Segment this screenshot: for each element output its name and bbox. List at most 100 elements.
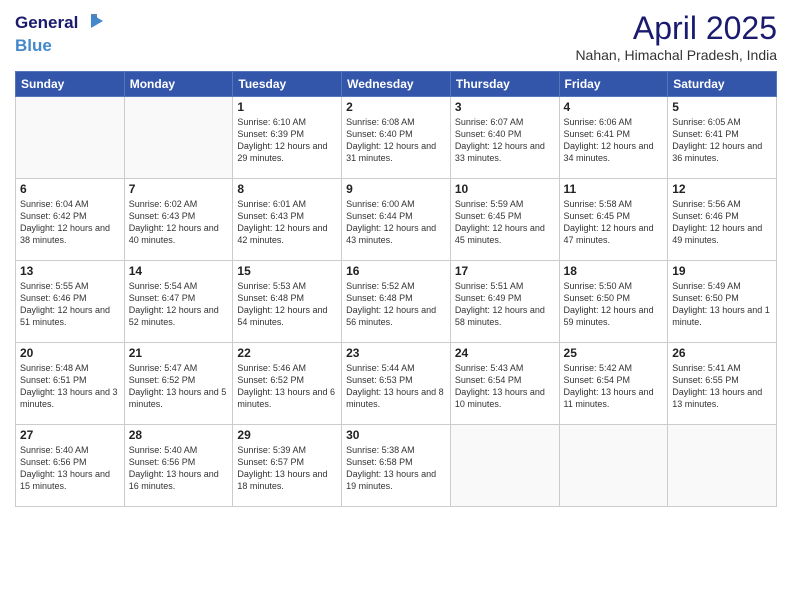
calendar-cell: 1 Sunrise: 6:10 AM Sunset: 6:39 PM Daylig… [233, 97, 342, 179]
day-number: 16 [346, 264, 446, 278]
calendar-cell: 28 Sunrise: 5:40 AM Sunset: 6:56 PM Dayli… [124, 425, 233, 507]
day-info: Sunrise: 6:05 AM Sunset: 6:41 PM Dayligh… [672, 116, 772, 165]
week-row-1: 1 Sunrise: 6:10 AM Sunset: 6:39 PM Daylig… [16, 97, 777, 179]
day-number: 7 [129, 182, 229, 196]
calendar-cell: 23 Sunrise: 5:44 AM Sunset: 6:53 PM Dayli… [342, 343, 451, 425]
day-info: Sunrise: 5:50 AM Sunset: 6:50 PM Dayligh… [564, 280, 664, 329]
day-number: 19 [672, 264, 772, 278]
day-number: 13 [20, 264, 120, 278]
day-number: 2 [346, 100, 446, 114]
day-info: Sunrise: 5:49 AM Sunset: 6:50 PM Dayligh… [672, 280, 772, 329]
calendar-cell: 9 Sunrise: 6:00 AM Sunset: 6:44 PM Daylig… [342, 179, 451, 261]
calendar-cell [124, 97, 233, 179]
day-info: Sunrise: 5:54 AM Sunset: 6:47 PM Dayligh… [129, 280, 229, 329]
day-number: 18 [564, 264, 664, 278]
day-number: 5 [672, 100, 772, 114]
calendar-cell [668, 425, 777, 507]
header: General Blue April 2025 Nahan, Himachal … [15, 10, 777, 63]
calendar-cell: 29Sunrise: 5:39 AM Sunset: 6:57 PM Dayli… [233, 425, 342, 507]
calendar-cell: 4Sunrise: 6:06 AM Sunset: 6:41 PM Daylig… [559, 97, 668, 179]
day-info: Sunrise: 6:10 AM Sunset: 6:39 PM Dayligh… [237, 116, 337, 165]
day-number: 21 [129, 346, 229, 360]
col-wednesday: Wednesday [342, 72, 451, 97]
day-info: Sunrise: 5:47 AM Sunset: 6:52 PM Dayligh… [129, 362, 229, 411]
day-info: Sunrise: 5:39 AM Sunset: 6:57 PM Dayligh… [237, 444, 337, 493]
day-number: 1 [237, 100, 337, 114]
day-number: 3 [455, 100, 555, 114]
calendar-cell: 12Sunrise: 5:56 AM Sunset: 6:46 PM Dayli… [668, 179, 777, 261]
col-tuesday: Tuesday [233, 72, 342, 97]
day-number: 26 [672, 346, 772, 360]
day-info: Sunrise: 5:40 AM Sunset: 6:56 PM Dayligh… [129, 444, 229, 493]
location: Nahan, Himachal Pradesh, India [575, 47, 777, 63]
calendar-cell: 10 Sunrise: 5:59 AM Sunset: 6:45 PM Dayli… [450, 179, 559, 261]
calendar-cell: 22Sunrise: 5:46 AM Sunset: 6:52 PM Dayli… [233, 343, 342, 425]
day-info: Sunrise: 6:01 AM Sunset: 6:43 PM Dayligh… [237, 198, 337, 247]
day-number: 11 [564, 182, 664, 196]
day-number: 17 [455, 264, 555, 278]
day-number: 23 [346, 346, 446, 360]
day-number: 24 [455, 346, 555, 360]
day-number: 22 [237, 346, 337, 360]
calendar-cell: 8 Sunrise: 6:01 AM Sunset: 6:43 PM Daylig… [233, 179, 342, 261]
calendar-cell: 5 Sunrise: 6:05 AM Sunset: 6:41 PM Daylig… [668, 97, 777, 179]
calendar-cell: 2Sunrise: 6:08 AM Sunset: 6:40 PM Daylig… [342, 97, 451, 179]
col-monday: Monday [124, 72, 233, 97]
day-number: 12 [672, 182, 772, 196]
calendar-cell: 17 Sunrise: 5:51 AM Sunset: 6:49 PM Dayli… [450, 261, 559, 343]
calendar-cell: 19 Sunrise: 5:49 AM Sunset: 6:50 PM Dayli… [668, 261, 777, 343]
calendar-cell: 7Sunrise: 6:02 AM Sunset: 6:43 PM Daylig… [124, 179, 233, 261]
day-info: Sunrise: 5:55 AM Sunset: 6:46 PM Dayligh… [20, 280, 120, 329]
day-number: 30 [346, 428, 446, 442]
logo-text: General Blue [15, 10, 105, 55]
calendar-cell: 26 Sunrise: 5:41 AM Sunset: 6:55 PM Dayli… [668, 343, 777, 425]
calendar-cell: 25Sunrise: 5:42 AM Sunset: 6:54 PM Dayli… [559, 343, 668, 425]
calendar-cell: 21 Sunrise: 5:47 AM Sunset: 6:52 PM Dayli… [124, 343, 233, 425]
day-info: Sunrise: 5:41 AM Sunset: 6:55 PM Dayligh… [672, 362, 772, 411]
day-number: 9 [346, 182, 446, 196]
calendar-cell: 13 Sunrise: 5:55 AM Sunset: 6:46 PM Dayli… [16, 261, 125, 343]
day-number: 14 [129, 264, 229, 278]
col-thursday: Thursday [450, 72, 559, 97]
calendar-cell [16, 97, 125, 179]
calendar-cell: 11 Sunrise: 5:58 AM Sunset: 6:45 PM Dayli… [559, 179, 668, 261]
day-number: 15 [237, 264, 337, 278]
day-info: Sunrise: 5:59 AM Sunset: 6:45 PM Dayligh… [455, 198, 555, 247]
calendar-cell: 24Sunrise: 5:43 AM Sunset: 6:54 PM Dayli… [450, 343, 559, 425]
col-friday: Friday [559, 72, 668, 97]
page: General Blue April 2025 Nahan, Himachal … [0, 0, 792, 612]
calendar-cell: 15 Sunrise: 5:53 AM Sunset: 6:48 PM Dayli… [233, 261, 342, 343]
day-info: Sunrise: 5:38 AM Sunset: 6:58 PM Dayligh… [346, 444, 446, 493]
day-number: 4 [564, 100, 664, 114]
day-number: 10 [455, 182, 555, 196]
calendar-table: Sunday Monday Tuesday Wednesday Thursday… [15, 71, 777, 507]
day-info: Sunrise: 5:53 AM Sunset: 6:48 PM Dayligh… [237, 280, 337, 329]
col-saturday: Saturday [668, 72, 777, 97]
day-number: 8 [237, 182, 337, 196]
day-number: 28 [129, 428, 229, 442]
calendar-cell: 20 Sunrise: 5:48 AM Sunset: 6:51 PM Dayli… [16, 343, 125, 425]
day-info: Sunrise: 5:58 AM Sunset: 6:45 PM Dayligh… [564, 198, 664, 247]
col-sunday: Sunday [16, 72, 125, 97]
week-row-5: 27 Sunrise: 5:40 AM Sunset: 6:56 PM Dayli… [16, 425, 777, 507]
day-info: Sunrise: 5:44 AM Sunset: 6:53 PM Dayligh… [346, 362, 446, 411]
calendar-cell: 16 Sunrise: 5:52 AM Sunset: 6:48 PM Dayli… [342, 261, 451, 343]
title-block: April 2025 Nahan, Himachal Pradesh, Indi… [575, 10, 777, 63]
day-info: Sunrise: 5:42 AM Sunset: 6:54 PM Dayligh… [564, 362, 664, 411]
calendar-cell: 27 Sunrise: 5:40 AM Sunset: 6:56 PM Dayli… [16, 425, 125, 507]
day-info: Sunrise: 5:40 AM Sunset: 6:56 PM Dayligh… [20, 444, 120, 493]
calendar-cell: 14 Sunrise: 5:54 AM Sunset: 6:47 PM Dayli… [124, 261, 233, 343]
day-number: 27 [20, 428, 120, 442]
day-info: Sunrise: 6:07 AM Sunset: 6:40 PM Dayligh… [455, 116, 555, 165]
day-info: Sunrise: 5:48 AM Sunset: 6:51 PM Dayligh… [20, 362, 120, 411]
month-title: April 2025 [575, 10, 777, 47]
day-number: 20 [20, 346, 120, 360]
day-info: Sunrise: 6:00 AM Sunset: 6:44 PM Dayligh… [346, 198, 446, 247]
logo: General Blue [15, 10, 105, 55]
week-row-3: 13 Sunrise: 5:55 AM Sunset: 6:46 PM Dayli… [16, 261, 777, 343]
day-info: Sunrise: 5:51 AM Sunset: 6:49 PM Dayligh… [455, 280, 555, 329]
week-row-2: 6Sunrise: 6:04 AM Sunset: 6:42 PM Daylig… [16, 179, 777, 261]
day-number: 6 [20, 182, 120, 196]
calendar-cell: 6Sunrise: 6:04 AM Sunset: 6:42 PM Daylig… [16, 179, 125, 261]
day-info: Sunrise: 5:52 AM Sunset: 6:48 PM Dayligh… [346, 280, 446, 329]
